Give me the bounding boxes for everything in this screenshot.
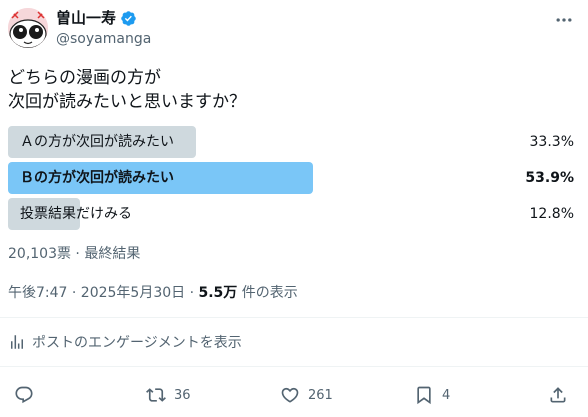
engagement-label: ポストのエンゲージメントを表示 (32, 335, 242, 351)
author-handle[interactable]: @soyamanga (56, 30, 151, 48)
poll-option-a: Ａの方が次回が読みたい 33.3% (8, 126, 574, 158)
avatar[interactable] (8, 8, 48, 48)
poll-label-b: Ｂの方が次回が読みたい (20, 170, 174, 186)
heart-icon (281, 387, 299, 403)
timestamp-date[interactable]: 午後7:47 · 2025年5月30日 · (8, 285, 199, 301)
poll-label-c: 投票結果だけみる (20, 206, 132, 222)
bookmark-count: 4 (442, 387, 451, 403)
reply-icon (15, 386, 33, 404)
like-count: 261 (308, 387, 333, 403)
timestamp: 午後7:47 · 2025年5月30日 · 5.5万 件の表示 (8, 282, 298, 302)
view-count: 5.5万 (198, 285, 238, 301)
bookmark-icon (417, 386, 431, 405)
poll-option-b: Ｂの方が次回が読みたい 53.9% (8, 162, 574, 194)
divider (0, 317, 588, 318)
poll-percent-c: 12.8% (529, 206, 574, 222)
action-bar: 36 261 4 (0, 383, 588, 407)
poll-label-a: Ａの方が次回が読みたい (20, 134, 174, 150)
tweet-line-1: どちらの漫画の方が (8, 68, 161, 88)
author-name[interactable]: 曽山一寿 (56, 8, 116, 28)
retweet-count: 36 (174, 387, 191, 403)
reply-button[interactable] (14, 383, 42, 407)
bookmark-button[interactable]: 4 (414, 383, 450, 407)
view-suffix: 件の表示 (237, 285, 298, 301)
poll-percent-b: 53.9% (525, 170, 574, 186)
share-button[interactable] (548, 383, 568, 407)
tweet-text: どちらの漫画の方が 次回が読みたいと思いますか？ (8, 66, 246, 114)
poll-option-c: 投票結果だけみる 12.8% (8, 198, 574, 230)
poll-percent-a: 33.3% (529, 134, 574, 150)
poll-summary: 20,103票 · 最終結果 (8, 246, 141, 262)
tweet-line-2: 次回が読みたいと思いますか？ (8, 92, 246, 112)
retweet-button[interactable]: 36 (146, 383, 191, 407)
analytics-icon (11, 335, 23, 349)
more-options-icon[interactable] (554, 10, 574, 30)
verified-badge-icon (121, 10, 136, 26)
avatar-image (8, 8, 48, 48)
retweet-icon (146, 388, 166, 402)
like-button[interactable]: 261 (280, 383, 333, 407)
divider (0, 366, 588, 367)
view-engagement-link[interactable]: ポストのエンゲージメントを表示 (8, 332, 242, 352)
share-icon (550, 387, 566, 403)
